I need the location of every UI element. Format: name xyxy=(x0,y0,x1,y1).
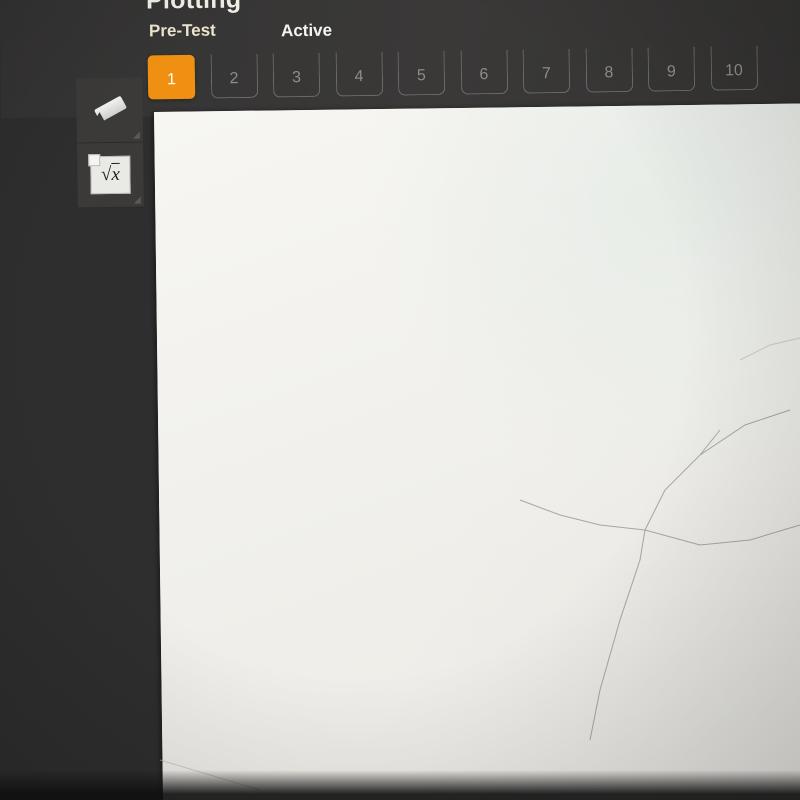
y-axis-tick-label: –1 xyxy=(314,396,331,413)
answer-option-label: (3, –4) xyxy=(223,601,279,624)
y-axis-tick-label: 2 xyxy=(322,315,330,332)
question-tab-label: 1 xyxy=(166,71,177,89)
x-axis-tick-label: –4 xyxy=(226,388,243,405)
x-axis-arrow-right xyxy=(495,368,508,379)
axis-lines xyxy=(181,236,508,493)
x-axis-tick-label: 2 xyxy=(393,386,401,403)
mark-this-and-return-link[interactable]: Mark this and return xyxy=(189,746,332,766)
save-button[interactable]: Save xyxy=(708,771,800,800)
y-axis-tick-label: –2 xyxy=(314,423,331,440)
y-axis-tick-label: 5 xyxy=(321,234,329,251)
highlighter-tool-button[interactable] xyxy=(76,77,143,144)
question-tab-label: 9 xyxy=(666,62,676,80)
x-axis-line xyxy=(189,372,500,379)
answer-option[interactable]: (–4, –3) xyxy=(189,663,519,703)
square-root-icon: √ x xyxy=(90,155,131,195)
answer-option-label: (–4, 3) xyxy=(222,565,279,588)
x-axis-tick-label: 1 xyxy=(366,386,374,403)
question-tab-6[interactable]: 6 xyxy=(460,49,508,95)
x-axis-tick-label: –3 xyxy=(253,388,270,405)
question-tab-10[interactable]: 10 xyxy=(710,45,758,91)
y-axis-line xyxy=(339,245,345,483)
y-axis-tick-label: –3 xyxy=(314,450,331,467)
page-title: Plotting xyxy=(145,0,242,15)
question-prompt-suffix: ? xyxy=(471,119,483,141)
x-axis-tick-label: 4 xyxy=(447,385,455,402)
question-tab-label: 7 xyxy=(541,64,552,82)
y-axis-tick-label: 3 xyxy=(321,288,329,305)
x-axis-arrow-left xyxy=(181,372,194,383)
question-prompt-variable: A xyxy=(459,119,473,142)
question-tab-label: 5 xyxy=(416,66,427,84)
y-axis-tick-label: –4 xyxy=(315,477,332,494)
x-axis-tick-label: –5 xyxy=(199,388,216,405)
answer-option[interactable]: (–4, 3) xyxy=(187,555,518,595)
question-prompt: What are the coordinates of point A? xyxy=(174,120,483,146)
question-tab-8[interactable]: 8 xyxy=(585,47,633,93)
question-tab-2[interactable]: 2 xyxy=(210,53,258,99)
answer-option[interactable]: (3, –4) xyxy=(188,591,518,631)
section-label: Pre-Test xyxy=(148,20,216,41)
x-axis-tick-label: –2 xyxy=(280,387,297,404)
question-tabstrip: 1 2 3 4 5 6 7 8 9 10 xyxy=(147,45,800,114)
y-axis-label: y xyxy=(352,245,362,264)
answer-option-label: (–4, –3) xyxy=(224,673,291,696)
y-axis-tick-label: 1 xyxy=(322,342,330,359)
question-tab-label: 2 xyxy=(229,69,239,87)
question-card: What are the coordinates of point A? –5–… xyxy=(154,103,800,800)
footer-divider xyxy=(162,721,800,731)
radio-button[interactable] xyxy=(188,639,209,660)
answer-option[interactable]: (–3, –4) xyxy=(188,627,519,667)
question-tab-label: 8 xyxy=(604,63,614,81)
question-tab-4[interactable]: 4 xyxy=(335,51,383,97)
pencil-icon xyxy=(89,90,130,131)
question-tab-1[interactable]: 1 xyxy=(147,54,196,100)
question-tab-label: 10 xyxy=(724,61,743,79)
plotted-point-label: A xyxy=(243,434,255,453)
question-tab-label: 3 xyxy=(291,68,302,86)
radio-button[interactable] xyxy=(188,603,208,624)
question-prompt-prefix: What are the coordinates of point xyxy=(174,120,460,145)
question-tab-label: 6 xyxy=(479,65,489,83)
x-axis-label: x xyxy=(515,370,524,389)
x-axis-tick-label: 5 xyxy=(474,385,482,402)
coordinate-plane-graph: –5 –4 –3 –2 –1 1 2 3 4 5 5 4 3 2 1 –1 –2 –3 –4 –5 A x y xyxy=(177,177,562,572)
question-tab-9[interactable]: 9 xyxy=(647,46,696,92)
graph-svg: –5 –4 –3 –2 –1 1 2 3 4 554321–1–2–3–4–5 A x y xyxy=(181,234,524,521)
calculator-tool-button[interactable]: √ x xyxy=(77,142,144,209)
answer-option-label: (–3, –4) xyxy=(223,637,290,660)
status-badge: Active xyxy=(280,20,333,41)
question-tab-label: 4 xyxy=(354,67,364,85)
photographed-screen: Plotting Pre-Test Active 1 2 3 4 5 6 7 8 9 10 √ x … xyxy=(0,0,800,800)
answer-options-list: (–4, 3) (3, –4) (–3, –4) (–4, –3) xyxy=(187,555,520,703)
question-tab-5[interactable]: 5 xyxy=(397,50,446,96)
plotted-point xyxy=(231,453,240,463)
radio-button[interactable] xyxy=(187,567,208,588)
x-axis-tick-label: 3 xyxy=(420,385,428,402)
question-tab-3[interactable]: 3 xyxy=(272,52,321,98)
y-axis-arrow-down xyxy=(338,480,349,493)
radio-button[interactable] xyxy=(189,675,209,696)
y-axis-tick-label: –5 xyxy=(315,504,332,521)
question-tab-7[interactable]: 7 xyxy=(522,48,571,94)
y-axis-arrow-up xyxy=(335,236,346,249)
tool-rail: √ x xyxy=(76,77,144,209)
y-axis-tick-label: 4 xyxy=(321,261,329,278)
